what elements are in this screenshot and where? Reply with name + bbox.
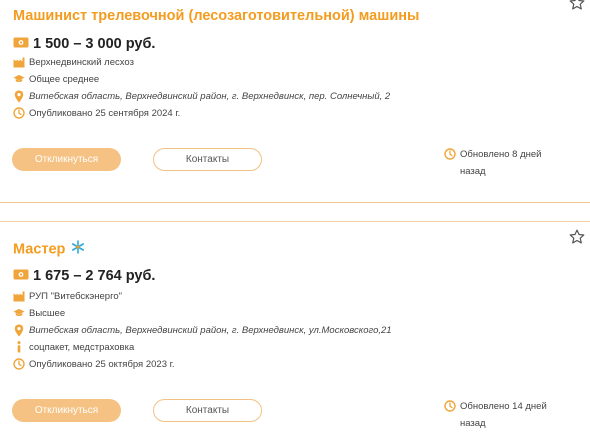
vacancy-title-wrap: Мастер	[13, 240, 85, 259]
location-pin-icon	[13, 90, 25, 102]
building-icon	[13, 56, 25, 68]
clock-icon	[13, 358, 25, 370]
vacancy-title[interactable]: Мастер	[13, 241, 65, 257]
vacancy-title[interactable]: Машинист трелевочной (лесозаготовительно…	[13, 7, 419, 25]
published-date: Опубликовано 25 октября 2023 г.	[29, 358, 175, 370]
education: Общее среднее	[13, 72, 99, 86]
info-icon	[13, 341, 25, 353]
clock-icon	[444, 148, 456, 166]
salary: 1 675 – 2 764 руб.	[13, 267, 155, 285]
sparkle-icon	[71, 240, 85, 259]
clock-icon	[444, 400, 456, 418]
education-level: Общее среднее	[29, 73, 100, 85]
address: Витебская область, Верхнедвинский район,…	[13, 323, 392, 337]
updated-text: Обновлено 14 дней	[460, 401, 547, 412]
money-icon	[13, 267, 29, 285]
building-icon	[13, 290, 25, 302]
contacts-button[interactable]: Контакты	[153, 399, 262, 422]
location-pin-icon	[13, 324, 25, 336]
graduation-cap-icon	[13, 73, 25, 85]
updated-info: Обновлено 14 дней назад	[444, 398, 564, 432]
updated-text-suffix: назад	[460, 166, 486, 177]
money-icon	[13, 35, 29, 53]
address-text: Витебская область, Верхнедвинский район,…	[29, 90, 391, 102]
salary-text: 1 500 – 3 000 руб.	[33, 36, 156, 52]
employer-name[interactable]: РУП "Витебскэнерго"	[29, 291, 122, 302]
address: Витебская область, Верхнедвинский район,…	[13, 89, 390, 103]
apply-button[interactable]: Откликнуться	[12, 148, 121, 171]
star-outline-icon[interactable]	[568, 0, 586, 12]
education-level: Высшее	[29, 307, 66, 319]
vacancy-card: Машинист трелевочной (лесозаготовительно…	[0, 0, 590, 202]
clock-icon	[13, 107, 25, 119]
employer-name[interactable]: Верхнедвинский лесхоз	[29, 57, 134, 68]
updated-text: Обновлено 8 дней	[460, 149, 542, 160]
employer: Верхнедвинский лесхоз	[13, 55, 134, 69]
salary-text: 1 675 – 2 764 руб.	[33, 268, 156, 284]
education: Высшее	[13, 306, 65, 320]
updated-info: Обновлено 8 дней назад	[444, 146, 564, 180]
updated-text-suffix: назад	[460, 418, 486, 429]
published: Опубликовано 25 сентября 2024 г.	[13, 106, 180, 120]
graduation-cap-icon	[13, 307, 25, 319]
contacts-button[interactable]: Контакты	[153, 148, 262, 171]
address-text: Витебская область, Верхнедвинский район,…	[29, 324, 392, 336]
benefits-text: соцпакет, медстраховка	[29, 341, 135, 353]
published-date: Опубликовано 25 сентября 2024 г.	[29, 107, 181, 119]
published: Опубликовано 25 октября 2023 г.	[13, 357, 175, 371]
apply-button[interactable]: Откликнуться	[12, 399, 121, 422]
employer: РУП "Витебскэнерго"	[13, 289, 122, 303]
star-outline-icon[interactable]	[568, 228, 586, 246]
salary: 1 500 – 3 000 руб.	[13, 35, 155, 53]
card-divider	[0, 202, 590, 203]
vacancy-card: Мастер 1 675 – 2 764 руб. РУП "Витебскэн…	[0, 222, 590, 432]
benefits: соцпакет, медстраховка	[13, 340, 134, 354]
